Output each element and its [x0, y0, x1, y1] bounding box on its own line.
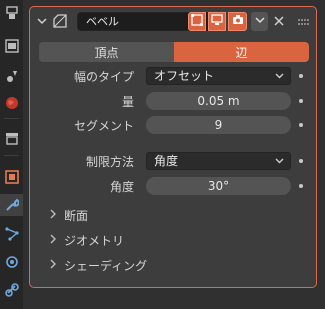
drag-handle-icon[interactable]	[298, 17, 310, 30]
particles-icon[interactable]	[0, 223, 23, 245]
keyframe-dot[interactable]	[299, 159, 303, 163]
modifier-icon[interactable]	[0, 194, 23, 216]
keyframe-dot[interactable]	[299, 184, 303, 188]
monitor-icon	[211, 14, 223, 29]
angle-label: 角度	[109, 180, 134, 194]
chevron-down-icon	[275, 69, 284, 87]
chevron-right-icon	[50, 233, 57, 247]
subpanel-label: ジオメトリ	[64, 233, 125, 248]
render-toggle[interactable]	[228, 12, 247, 31]
edit-mode-icon	[191, 14, 203, 29]
limit-method-select[interactable]: 角度	[146, 152, 291, 170]
chevron-down-icon	[254, 15, 265, 28]
collapse-chevron-icon[interactable]	[37, 16, 47, 29]
edit-mode-toggle[interactable]	[188, 12, 206, 31]
world-icon[interactable]	[0, 92, 23, 114]
output-icon[interactable]	[0, 35, 23, 57]
modifier-header: ベベル	[30, 7, 316, 35]
limit-method-value: 角度	[154, 154, 179, 168]
tab-vertices[interactable]: 頂点	[39, 42, 174, 62]
subpanel-profile[interactable]: 断面	[50, 206, 88, 224]
subpanel-shading[interactable]: シェーディング	[50, 256, 147, 274]
width-type-label: 幅のタイプ	[73, 70, 134, 84]
amount-label: 量	[121, 95, 134, 109]
bevel-modifier-icon	[53, 14, 67, 31]
subpanel-geometry[interactable]: ジオメトリ	[50, 231, 124, 249]
subpanel-label: シェーディング	[64, 258, 148, 273]
tab-edges[interactable]: 辺	[174, 42, 309, 62]
modifier-extra-dropdown[interactable]	[251, 12, 268, 31]
width-type-select[interactable]: オフセット	[146, 67, 291, 85]
bevel-modifier-panel: ベベル 頂点 辺 幅のタイプ オフセット 量 0.05 m セグメント 9 制限…	[29, 6, 317, 288]
amount-field[interactable]: 0.05 m	[146, 92, 291, 110]
limit-method-label: 制限方法	[85, 155, 134, 169]
chevron-down-icon	[275, 154, 284, 172]
keyframe-dot[interactable]	[299, 74, 303, 78]
object-icon[interactable]	[0, 166, 23, 188]
angle-field[interactable]: 30°	[146, 177, 291, 195]
close-icon[interactable]	[273, 15, 285, 30]
chevron-right-icon	[50, 258, 57, 272]
camera-icon	[232, 14, 244, 29]
segments-label: セグメント	[73, 119, 134, 133]
segments-field[interactable]: 9	[146, 116, 291, 134]
view-layer-icon[interactable]	[0, 65, 23, 87]
viewport-display-toggle[interactable]	[208, 12, 226, 31]
properties-tabs-sidebar	[0, 0, 23, 309]
keyframe-dot[interactable]	[299, 123, 303, 127]
subpanel-label: 断面	[64, 208, 89, 223]
collection-icon[interactable]	[0, 127, 23, 149]
width-type-value: オフセット	[154, 69, 215, 83]
physics-icon[interactable]	[0, 251, 23, 273]
render-icon[interactable]	[0, 2, 23, 24]
keyframe-dot[interactable]	[299, 99, 303, 103]
constraints-icon[interactable]	[0, 279, 23, 301]
chevron-right-icon	[50, 208, 57, 222]
